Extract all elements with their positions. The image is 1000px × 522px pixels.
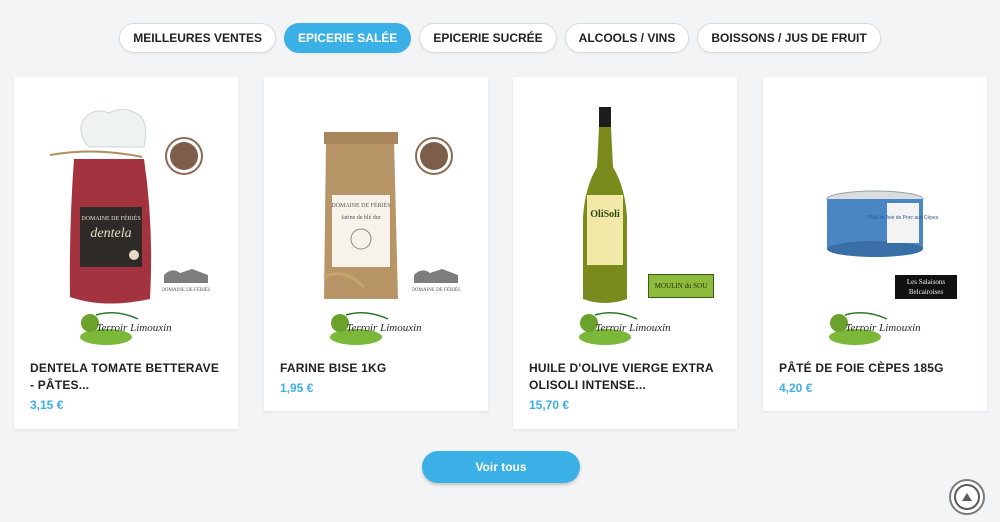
product-name[interactable]: DENTELA TOMATE BETTERAVE - PÂTES... <box>14 352 238 394</box>
terroir-limouxin-logo: Terroir Limouxin <box>330 312 422 345</box>
domaine-feries-logo: DOMAINE DE FÉRIÈS <box>162 269 210 293</box>
product-image[interactable]: DOMAINE DE FÉRIÈS farine de blé dur DOMA… <box>264 77 488 352</box>
moulin-du-sou-logo: MOULIN du SOU <box>648 274 714 298</box>
flour-label-text: farine de blé dur <box>341 214 380 221</box>
terroir-limouxin-logo: Terroir Limouxin <box>579 312 671 345</box>
tab-epicerie-salee[interactable]: EPICERIE SALÉE <box>283 23 412 53</box>
product-image[interactable]: DOMAINE DE FÉRIÈS dentela DOMAINE DE FÉR… <box>14 77 238 352</box>
product-name[interactable]: FARINE BISE 1KG <box>264 352 488 377</box>
tab-meilleures-ventes[interactable]: MEILLEURES VENTES <box>119 23 276 53</box>
view-all-button[interactable]: Voir tous <box>422 451 580 483</box>
pasta-label-text: dentela <box>90 226 131 241</box>
domaine-feries-logo-text: DOMAINE DE FÉRIÈS <box>412 287 460 293</box>
terroir-limouxin-text: Terroir Limouxin <box>845 322 921 334</box>
pasta-brand-text: DOMAINE DE FÉRIÈS <box>81 214 140 222</box>
producer-badge-icon <box>415 137 453 175</box>
terroir-limouxin-text: Terroir Limouxin <box>346 322 422 334</box>
tab-boissons[interactable]: BOISSONS / JUS DE FRUIT <box>697 23 881 53</box>
olive-oil-label-text: OliSoli <box>590 209 620 220</box>
product-card[interactable]: Pâté de foie de Porc aux Cèpes Les Salai… <box>763 77 987 411</box>
scroll-to-top-button[interactable] <box>949 479 985 515</box>
product-price: 15,70 € <box>529 398 570 412</box>
flour-brand-text: DOMAINE DE FÉRIÈS <box>331 201 390 209</box>
product-name[interactable]: HUILE D'OLIVE VIERGE EXTRA OLISOLI INTEN… <box>513 352 737 394</box>
tab-epicerie-sucree[interactable]: EPICERIE SUCRÉE <box>419 23 557 53</box>
category-tabs: MEILLEURES VENTES EPICERIE SALÉE EPICERI… <box>0 23 1000 53</box>
product-image[interactable]: OliSoli MOULIN du SOU Terroir Limouxin <box>513 77 737 352</box>
product-card[interactable]: OliSoli MOULIN du SOU Terroir Limouxin H… <box>513 77 737 429</box>
product-image[interactable]: Pâté de foie de Porc aux Cèpes Les Salai… <box>763 77 987 352</box>
les-salaisons-logo: Les Salaisons Belcairoises <box>895 275 957 299</box>
domaine-feries-logo-text: DOMAINE DE FÉRIÈS <box>162 287 210 293</box>
terroir-limouxin-logo: Terroir Limouxin <box>829 312 921 345</box>
product-card[interactable]: DOMAINE DE FÉRIÈS farine de blé dur DOMA… <box>264 77 488 411</box>
pate-label-text: Pâté de foie de Porc aux Cèpes <box>868 215 939 221</box>
terroir-limouxin-text: Terroir Limouxin <box>96 322 172 334</box>
product-price: 1,95 € <box>280 381 314 395</box>
chevron-up-icon <box>954 484 980 510</box>
producer-badge-icon <box>165 137 203 175</box>
terroir-limouxin-text: Terroir Limouxin <box>595 322 671 334</box>
product-name[interactable]: PÂTÉ DE FOIE CÈPES 185G <box>763 352 987 377</box>
tab-alcools-vins[interactable]: ALCOOLS / VINS <box>564 23 690 53</box>
product-price: 3,15 € <box>30 398 64 412</box>
product-card[interactable]: DOMAINE DE FÉRIÈS dentela DOMAINE DE FÉR… <box>14 77 238 429</box>
domaine-feries-logo: DOMAINE DE FÉRIÈS <box>412 269 460 293</box>
product-price: 4,20 € <box>779 381 813 395</box>
terroir-limouxin-logo: Terroir Limouxin <box>80 312 172 345</box>
